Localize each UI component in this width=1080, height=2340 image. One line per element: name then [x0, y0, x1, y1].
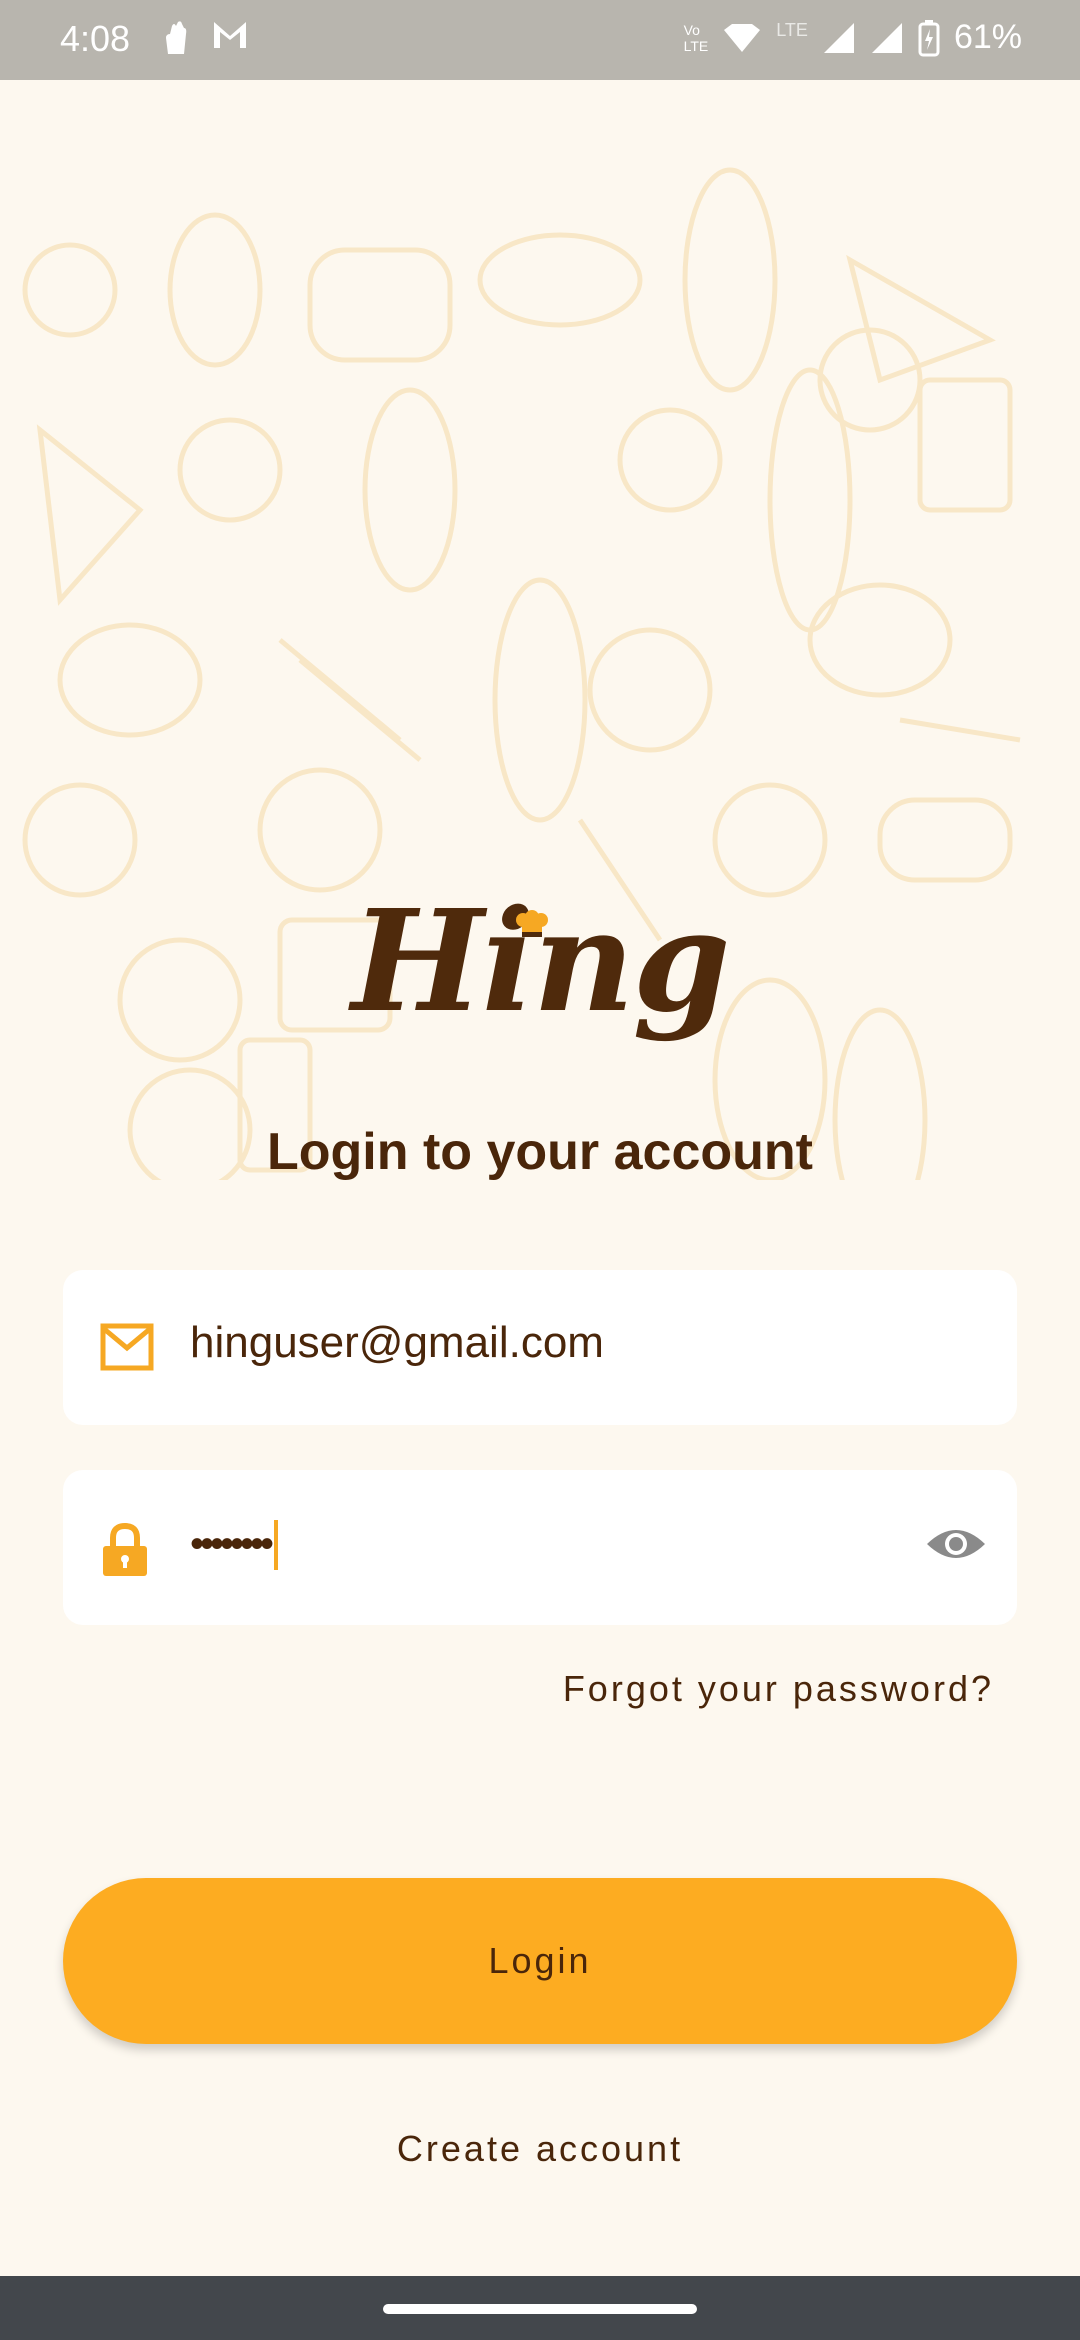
password-field[interactable]: ••••••••	[63, 1470, 1017, 1625]
battery-percent: 61%	[953, 18, 1022, 56]
app-logo: Hing	[351, 880, 730, 1044]
signal-icon	[823, 22, 854, 53]
lock-icon	[103, 1522, 147, 1576]
forgot-password-link[interactable]: Forgot your password?	[563, 1668, 994, 1710]
email-value[interactable]: hinguser@gmail.com	[190, 1318, 604, 1368]
eye-icon[interactable]	[925, 1522, 987, 1566]
hotspot-icon	[724, 23, 761, 52]
login-button[interactable]: Login	[63, 1878, 1017, 2044]
status-notification-icons	[160, 18, 250, 58]
gmail-icon	[214, 22, 246, 48]
home-indicator[interactable]	[383, 2304, 697, 2314]
status-right-icons: Vo LTE LTE 61%	[684, 18, 1022, 57]
mail-icon	[100, 1323, 154, 1371]
network-label: LTE	[776, 20, 808, 40]
password-value[interactable]: ••••••••	[190, 1522, 274, 1566]
page-title: Login to your account	[267, 1123, 813, 1181]
status-time: 4:08	[60, 18, 131, 59]
battery-icon	[918, 19, 940, 56]
text-cursor	[274, 1520, 279, 1571]
create-account-link[interactable]: Create account	[0, 2128, 1080, 2170]
volte-icon: Vo LTE	[683, 21, 709, 54]
system-nav-bar	[0, 2276, 1080, 2340]
signal-icon-2	[871, 22, 902, 53]
hand-wave-icon	[166, 21, 187, 54]
email-field[interactable]: hinguser@gmail.com	[63, 1270, 1017, 1425]
chef-hat-icon	[516, 910, 548, 937]
status-bar: 4:08 Vo LTE LTE 61%	[0, 0, 1080, 80]
